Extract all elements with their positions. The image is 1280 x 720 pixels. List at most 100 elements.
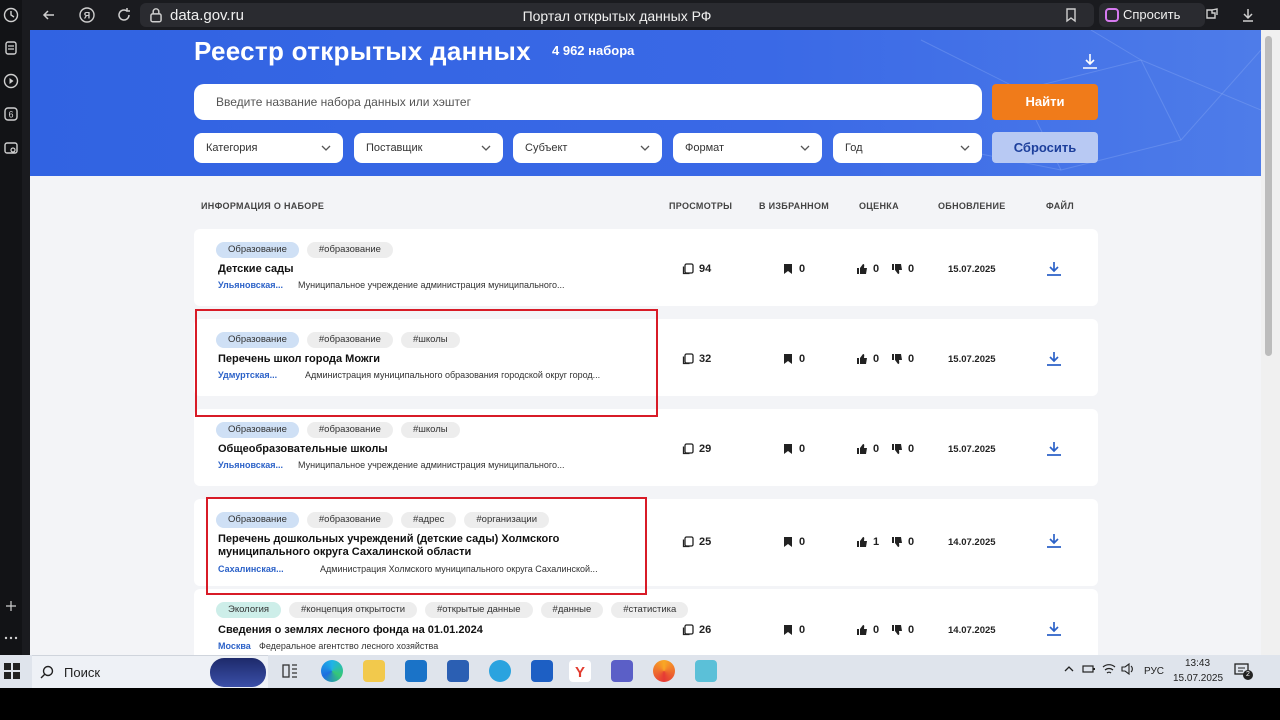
filter-category[interactable]: Категория bbox=[194, 133, 343, 163]
highlight-box bbox=[206, 497, 647, 595]
hashtag[interactable]: #образование bbox=[306, 422, 393, 438]
yandex-browser-icon[interactable]: Y bbox=[569, 660, 591, 682]
category-tag[interactable]: Образование bbox=[216, 242, 299, 258]
dislike-count[interactable]: 0 bbox=[891, 443, 914, 455]
edge-icon[interactable] bbox=[321, 660, 343, 682]
dislike-count[interactable]: 0 bbox=[891, 624, 914, 636]
bookmark-icon bbox=[784, 625, 792, 635]
reset-button[interactable]: Сбросить bbox=[992, 132, 1098, 163]
collections-icon[interactable] bbox=[3, 40, 19, 56]
download-icon[interactable] bbox=[1045, 350, 1063, 368]
download-icon[interactable] bbox=[1045, 440, 1063, 458]
download-icon[interactable] bbox=[1045, 532, 1063, 550]
favorites-count[interactable]: 0 bbox=[782, 263, 805, 275]
table-row[interactable]: Образование #образование Детские сады Ул… bbox=[194, 229, 1098, 306]
favorites-count[interactable]: 0 bbox=[782, 536, 805, 548]
history-icon[interactable] bbox=[3, 7, 19, 23]
notifications-icon[interactable]: 2 bbox=[1234, 662, 1253, 680]
table-row[interactable]: Экология #концепция открытости #открытые… bbox=[194, 589, 1098, 655]
favorites-count[interactable]: 0 bbox=[782, 624, 805, 636]
dislike-count[interactable]: 0 bbox=[891, 536, 914, 548]
volume-icon[interactable] bbox=[1121, 662, 1135, 678]
like-count[interactable]: 1 bbox=[856, 536, 879, 548]
teams-icon[interactable] bbox=[611, 660, 633, 682]
dataset-title[interactable]: Детские сады bbox=[218, 263, 618, 276]
header-file: ФАЙЛ bbox=[1046, 201, 1074, 211]
clock-date[interactable]: 15.07.2025 bbox=[1173, 673, 1223, 684]
add-icon[interactable] bbox=[3, 598, 19, 614]
find-button[interactable]: Найти bbox=[992, 84, 1098, 120]
notes-app-icon[interactable] bbox=[695, 660, 717, 682]
search-input[interactable] bbox=[194, 84, 982, 120]
category-tag[interactable]: Образование bbox=[216, 422, 299, 438]
hashtag[interactable]: #данные bbox=[540, 602, 604, 618]
clock-time[interactable]: 13:43 bbox=[1185, 658, 1210, 669]
download-icon[interactable] bbox=[1045, 620, 1063, 638]
windows-start-icon[interactable] bbox=[4, 663, 20, 679]
hashtag[interactable]: #концепция открытости bbox=[289, 602, 418, 618]
extensions-icon[interactable] bbox=[1203, 6, 1221, 24]
tray-chevron-icon[interactable] bbox=[1063, 663, 1075, 678]
filter-year[interactable]: Год bbox=[833, 133, 982, 163]
like-count[interactable]: 0 bbox=[856, 624, 879, 636]
favorites-count[interactable]: 0 bbox=[782, 353, 805, 365]
app-six-icon[interactable]: 6 bbox=[3, 106, 19, 122]
update-date: 14.07.2025 bbox=[948, 537, 996, 548]
yandex-icon[interactable]: Я bbox=[78, 6, 96, 24]
task-view-icon[interactable] bbox=[279, 660, 301, 682]
views-value: 25 bbox=[699, 536, 712, 548]
like-count[interactable]: 0 bbox=[856, 443, 879, 455]
page-scrollbar[interactable] bbox=[1261, 30, 1280, 655]
dataset-title[interactable]: Сведения о землях лесного фонда на 01.01… bbox=[218, 624, 618, 637]
screenshot-icon[interactable] bbox=[3, 140, 19, 156]
dataset-region[interactable]: Ульяновская... bbox=[218, 460, 283, 470]
taskbar-search[interactable]: Поиск bbox=[32, 655, 268, 688]
more-icon[interactable] bbox=[3, 630, 19, 646]
battery-icon[interactable] bbox=[1082, 663, 1096, 678]
telegram-icon[interactable] bbox=[489, 660, 511, 682]
download-registry-icon[interactable] bbox=[1080, 52, 1100, 72]
hashtag[interactable]: #открытые данные bbox=[425, 602, 533, 618]
scrollbar-thumb[interactable] bbox=[1265, 36, 1272, 356]
outlook-icon[interactable] bbox=[405, 660, 427, 682]
filter-label: Категория bbox=[206, 142, 258, 154]
store-icon[interactable] bbox=[531, 660, 553, 682]
reload-icon[interactable] bbox=[115, 6, 133, 24]
word-icon[interactable] bbox=[447, 660, 469, 682]
thumbs-down-icon bbox=[892, 354, 902, 364]
hashtag[interactable]: #статистика bbox=[611, 602, 689, 618]
category-tag[interactable]: Экология bbox=[216, 602, 282, 618]
table-row[interactable]: Образование #образование #школы Общеобра… bbox=[194, 409, 1098, 486]
dislike-count[interactable]: 0 bbox=[891, 263, 914, 275]
favorites-count[interactable]: 0 bbox=[782, 443, 805, 455]
wifi-icon[interactable] bbox=[1102, 663, 1116, 678]
favorites-value: 0 bbox=[799, 536, 806, 548]
bookmark-icon[interactable] bbox=[1062, 6, 1080, 24]
filter-format[interactable]: Формат bbox=[673, 133, 822, 163]
download-icon[interactable] bbox=[1045, 260, 1063, 278]
file-explorer-icon[interactable] bbox=[363, 660, 385, 682]
likes-value: 1 bbox=[873, 536, 880, 548]
like-count[interactable]: 0 bbox=[856, 353, 879, 365]
ask-button[interactable]: Спросить bbox=[1099, 3, 1205, 27]
header-favorites: В ИЗБРАННОМ bbox=[759, 201, 830, 211]
filter-provider[interactable]: Поставщик bbox=[354, 133, 503, 163]
hashtag[interactable]: #образование bbox=[306, 242, 393, 258]
play-icon[interactable] bbox=[3, 73, 19, 89]
hashtag[interactable]: #школы bbox=[400, 422, 460, 438]
likes-value: 0 bbox=[873, 263, 880, 275]
thumbs-down-icon bbox=[892, 444, 902, 454]
downloads-icon[interactable] bbox=[1239, 6, 1257, 24]
dataset-region[interactable]: Ульяновская... bbox=[218, 280, 283, 290]
like-count[interactable]: 0 bbox=[856, 263, 879, 275]
language-indicator[interactable]: РУС bbox=[1144, 666, 1164, 677]
address-bar[interactable]: data.gov.ru Портал открытых данных РФ bbox=[140, 3, 1094, 27]
back-icon[interactable] bbox=[40, 6, 58, 24]
media-app-icon[interactable] bbox=[653, 660, 675, 682]
dataset-region[interactable]: Москва bbox=[218, 641, 251, 651]
bookmark-icon bbox=[784, 444, 792, 454]
dataset-title[interactable]: Общеобразовательные школы bbox=[218, 443, 618, 456]
favorites-value: 0 bbox=[799, 443, 806, 455]
filter-subject[interactable]: Субъект bbox=[513, 133, 662, 163]
dislike-count[interactable]: 0 bbox=[891, 353, 914, 365]
